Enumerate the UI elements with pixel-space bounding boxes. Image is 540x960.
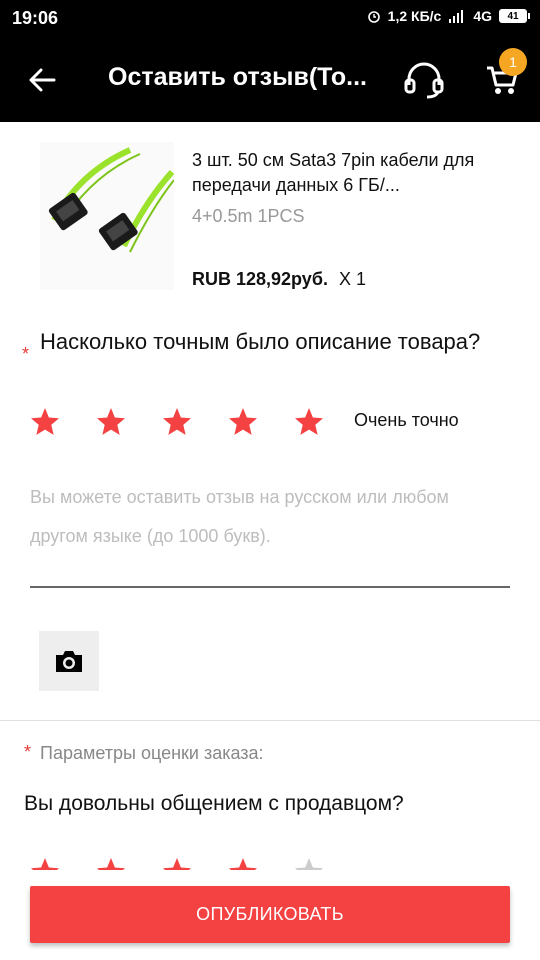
required-mark: * [22, 344, 30, 364]
seller-question: Вы довольны общением с продавцом? [24, 792, 404, 815]
back-button[interactable] [18, 56, 66, 104]
publish-button[interactable]: ОПУБЛИКОВАТЬ [30, 886, 510, 943]
network-type: 4G [473, 8, 492, 24]
star-icon[interactable] [286, 852, 332, 870]
support-button[interactable] [400, 56, 448, 104]
seller-stars [22, 852, 332, 870]
battery-level: 41 [499, 9, 527, 23]
star-icon[interactable] [88, 852, 134, 870]
cart-count-badge: 1 [499, 48, 527, 76]
review-textarea[interactable]: Вы можете оставить отзыв на русском или … [30, 478, 510, 588]
status-bar: 19:06 1,2 КБ/с 4G 41 [0, 0, 540, 36]
signal-icon [448, 9, 466, 23]
alarm-icon [367, 9, 381, 23]
star-icon[interactable] [22, 852, 68, 870]
headset-icon [404, 62, 444, 99]
star-icon[interactable] [88, 402, 134, 442]
product-price: RUB 128,92руб. [192, 269, 328, 289]
star-icon[interactable] [154, 852, 200, 870]
arrow-left-icon [29, 68, 56, 92]
page-title: Оставить отзыв(То... [108, 63, 367, 91]
star-icon[interactable] [286, 402, 332, 442]
rating-label: Очень точно [354, 410, 459, 430]
accuracy-question: Насколько точным было описание товара? [40, 329, 481, 354]
required-mark: * [24, 742, 32, 762]
battery-icon: 41 [499, 9, 530, 23]
star-icon[interactable] [22, 402, 68, 442]
status-indicators: 1,2 КБ/с 4G 41 [367, 8, 530, 24]
net-speed: 1,2 КБ/с [387, 8, 442, 24]
camera-icon [56, 651, 82, 672]
params-label: Параметры оценки заказа: [40, 743, 264, 763]
product-price-line: RUB 128,92руб. X 1 [192, 269, 366, 290]
product-image [40, 142, 175, 290]
star-icon[interactable] [220, 402, 266, 442]
star-icon[interactable] [154, 402, 200, 442]
add-photo-button[interactable] [39, 631, 99, 691]
product-variant: 4+0.5m 1PCS [192, 206, 305, 226]
product-title[interactable]: 3 шт. 50 см Sata3 7pin кабели для переда… [192, 148, 492, 198]
divider [0, 720, 540, 721]
product-quantity: X 1 [338, 269, 366, 289]
app-bar: Оставить отзыв(То... 1 [0, 36, 540, 122]
accuracy-stars [22, 402, 332, 442]
status-time: 19:06 [12, 8, 59, 28]
star-icon[interactable] [220, 852, 266, 870]
